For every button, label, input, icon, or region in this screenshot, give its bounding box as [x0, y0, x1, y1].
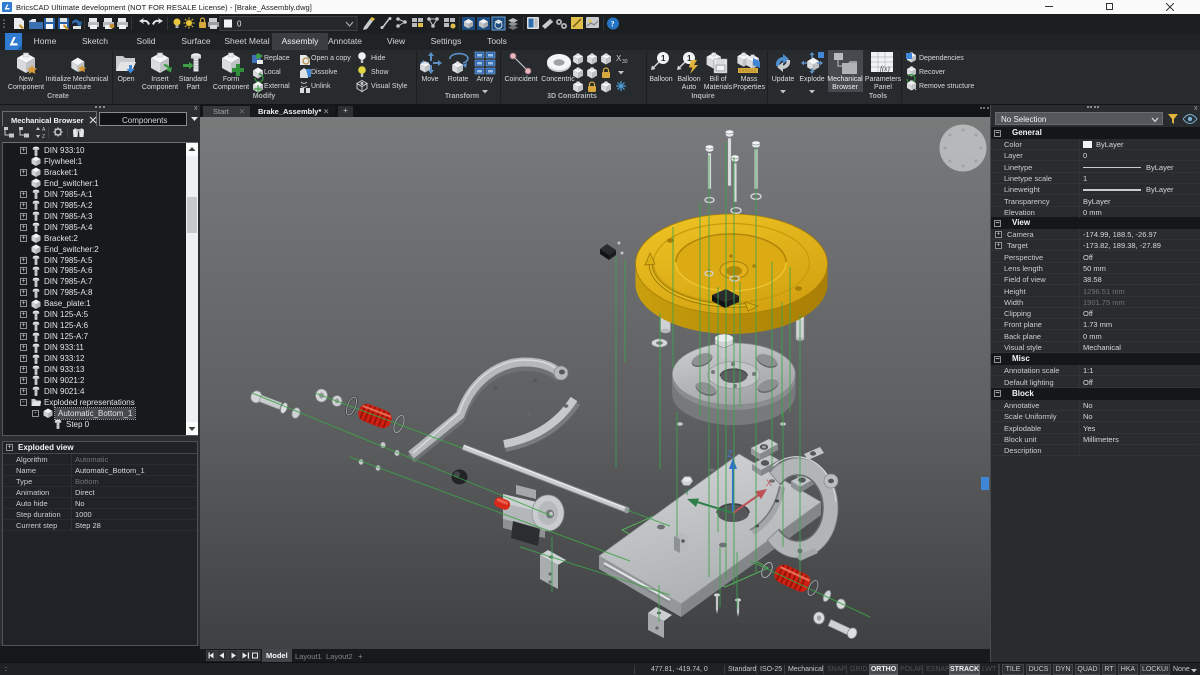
svg-text:X: X — [766, 478, 772, 488]
svg-text:Y: Y — [684, 487, 690, 497]
svg-text:0: 0 — [237, 20, 242, 29]
svg-text:f(x): f(x) — [880, 65, 890, 73]
svg-text:A: A — [42, 127, 46, 133]
svg-text:Z: Z — [42, 134, 45, 139]
svg-text:30: 30 — [622, 59, 628, 65]
svg-text:?: ? — [611, 20, 615, 29]
svg-text:Z: Z — [727, 449, 733, 459]
svg-text:1: 1 — [661, 54, 666, 63]
